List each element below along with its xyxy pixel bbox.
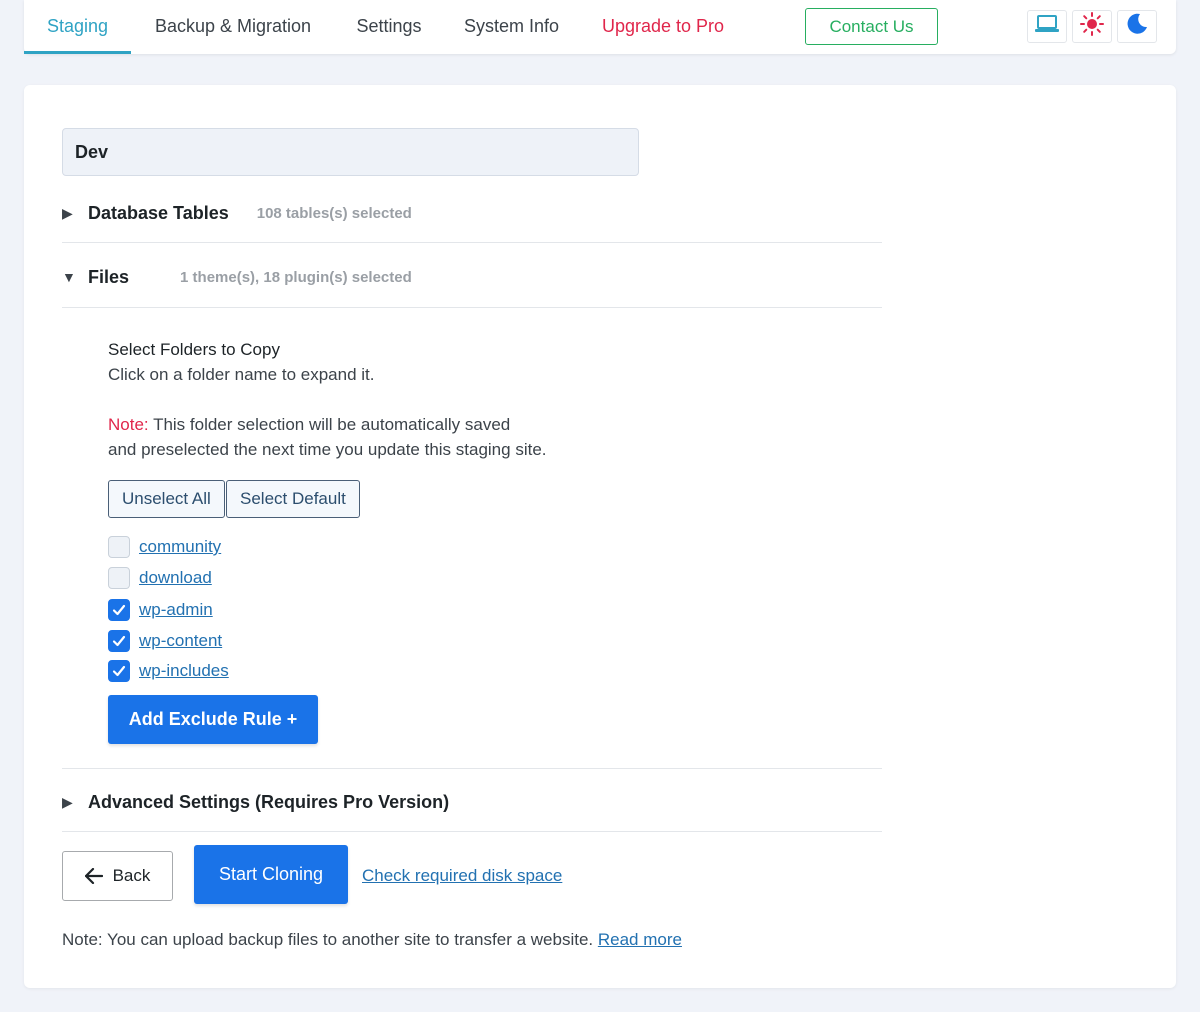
arrow-left-icon <box>84 868 103 884</box>
folder-link[interactable]: download <box>139 568 212 588</box>
files-meta: 1 theme(s), 18 plugin(s) selected <box>180 268 412 286</box>
checkmark-icon <box>112 635 126 647</box>
folder-item-wp-includes: wp-includes <box>108 660 229 682</box>
database-tables-title: Database Tables <box>88 202 229 223</box>
start-cloning-button[interactable]: Start Cloning <box>194 845 348 904</box>
note-text: This folder selection will be automatica… <box>153 415 511 434</box>
folder-link[interactable]: wp-includes <box>139 661 229 681</box>
folder-checkbox[interactable] <box>108 660 130 682</box>
divider <box>62 242 882 243</box>
footer-note-text: Note: You can upload backup files to ano… <box>62 930 594 949</box>
database-tables-toggle[interactable]: ▶ Database Tables 108 tables(s) selected <box>62 200 882 226</box>
light-mode-button[interactable] <box>1072 10 1112 43</box>
footer-note: Note: You can upload backup files to ano… <box>62 930 682 950</box>
caret-right-icon: ▶ <box>62 793 73 810</box>
add-exclude-rule-button[interactable]: Add Exclude Rule + <box>108 695 318 744</box>
unselect-all-button[interactable]: Unselect All <box>108 480 225 518</box>
laptop-icon <box>1034 14 1060 39</box>
checkmark-icon <box>112 604 126 616</box>
divider <box>62 768 882 769</box>
check-disk-space-link[interactable]: Check required disk space <box>362 866 562 886</box>
folder-note-line2: and preselected the next time you update… <box>108 440 547 459</box>
tab-backup-migration[interactable]: Backup & Migration <box>141 0 325 54</box>
folder-item-download: download <box>108 567 212 589</box>
files-toggle[interactable]: ▼ Files 1 theme(s), 18 plugin(s) selecte… <box>62 264 882 290</box>
divider <box>62 307 882 308</box>
divider <box>62 831 882 832</box>
caret-right-icon: ▶ <box>62 204 73 221</box>
top-navigation: Staging Backup & Migration Settings Syst… <box>24 0 1176 54</box>
folder-item-wp-admin: wp-admin <box>108 599 213 621</box>
dark-mode-button[interactable] <box>1117 10 1157 43</box>
staging-card: Dev ▶ Database Tables 108 tables(s) sele… <box>24 85 1176 988</box>
database-tables-meta: 108 tables(s) selected <box>256 204 412 222</box>
folder-checkbox[interactable] <box>108 630 130 652</box>
tab-settings[interactable]: Settings <box>344 0 434 54</box>
caret-down-icon: ▼ <box>62 269 76 285</box>
folder-item-wp-content: wp-content <box>108 630 222 652</box>
select-default-button[interactable]: Select Default <box>226 480 360 518</box>
folder-note-line1: Note: This folder selection will be auto… <box>108 415 510 435</box>
folder-item-community: community <box>108 536 221 558</box>
folder-link[interactable]: wp-admin <box>139 600 213 620</box>
tab-system-info[interactable]: System Info <box>453 0 570 54</box>
read-more-link[interactable]: Read more <box>598 930 682 949</box>
back-label: Back <box>112 866 151 885</box>
folder-checkbox[interactable] <box>108 536 130 558</box>
note-label: Note: <box>108 415 149 434</box>
folder-link[interactable]: community <box>139 537 221 557</box>
folder-checkbox[interactable] <box>108 599 130 621</box>
folder-checkbox[interactable] <box>108 567 130 589</box>
tab-staging[interactable]: Staging <box>24 0 131 54</box>
staging-site-name: Dev <box>62 128 639 176</box>
folders-heading: Select Folders to Copy <box>108 340 280 359</box>
moon-icon <box>1125 12 1149 41</box>
back-button[interactable]: Back <box>62 851 173 901</box>
contact-us-button[interactable]: Contact Us <box>805 8 938 45</box>
checkmark-icon <box>112 665 126 677</box>
sun-icon <box>1080 12 1104 41</box>
folders-subheading: Click on a folder name to expand it. <box>108 365 375 384</box>
advanced-settings-title: Advanced Settings (Requires Pro Version) <box>88 791 450 812</box>
files-title: Files <box>88 266 130 287</box>
tab-upgrade-to-pro[interactable]: Upgrade to Pro <box>589 0 737 54</box>
folder-link[interactable]: wp-content <box>139 631 222 651</box>
advanced-settings-toggle[interactable]: ▶ Advanced Settings (Requires Pro Versio… <box>62 789 882 815</box>
system-mode-button[interactable] <box>1027 10 1067 43</box>
